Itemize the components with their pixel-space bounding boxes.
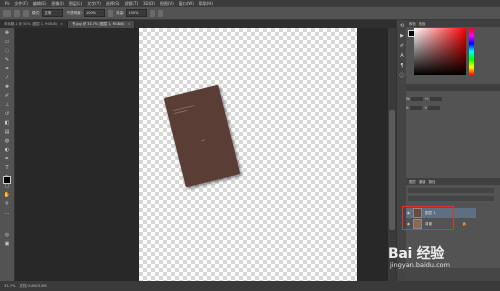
brush-settings-icon[interactable]: ✐	[399, 43, 405, 49]
book-mark	[201, 139, 206, 142]
tab-swatches[interactable]: 色板	[419, 21, 426, 26]
close-icon[interactable]: ×	[128, 22, 131, 26]
y-field[interactable]	[428, 106, 441, 110]
brush-size-icon[interactable]	[14, 9, 20, 17]
history-brush-icon[interactable]: ↺	[3, 111, 11, 117]
zoom-level[interactable]: 33.7%	[4, 284, 15, 288]
opacity-label: 不透明度:	[66, 10, 82, 15]
tab-document-2[interactable]: 书.jpg @ 33.7% (图层 1, RGB/8) ×	[67, 21, 136, 28]
layer-filter-bar[interactable]	[408, 188, 494, 193]
tab-color[interactable]: 颜色	[409, 21, 416, 26]
healing-tool-icon[interactable]: ✚	[3, 84, 11, 90]
pressure-size-icon[interactable]	[158, 9, 164, 17]
width-field[interactable]	[411, 97, 424, 101]
foreground-color-swatch[interactable]	[3, 176, 11, 184]
watermark-logo: Bai 经验	[388, 246, 444, 262]
eyedropper-tool-icon[interactable]: ⁄	[3, 75, 11, 81]
document-size: 文档:3.8M/3.8M	[19, 283, 47, 288]
properties-panel-header	[406, 84, 500, 91]
paragraph-icon[interactable]: ¶	[399, 63, 405, 69]
type-tool-icon[interactable]: T	[3, 165, 11, 171]
quick-select-tool-icon[interactable]: ✎	[3, 57, 11, 63]
dodge-tool-icon[interactable]: ◐	[3, 147, 11, 153]
zoom-tool-icon[interactable]: ⚲	[3, 201, 11, 207]
properties-row-size: W: H:	[406, 96, 444, 102]
color-panel-tabs: 颜色 色板	[406, 20, 500, 27]
lasso-tool-icon[interactable]: ◌	[3, 48, 11, 54]
menu-item[interactable]: 编辑(E)	[33, 1, 47, 7]
menu-item[interactable]: 窗口(W)	[179, 1, 194, 7]
menu-item[interactable]: Ps	[5, 1, 9, 6]
airbrush-icon[interactable]	[150, 9, 156, 17]
color-picker-field[interactable]	[414, 28, 466, 75]
properties-row-position: X: Y:	[406, 105, 442, 111]
document-tabs: 未标题-1 @ 50% (图层 1, RGB/8) × 书.jpg @ 33.7%…	[0, 20, 400, 28]
hand-tool-icon[interactable]: ✋	[3, 192, 11, 198]
info-icon[interactable]: ⓘ	[399, 73, 405, 79]
mode-select[interactable]: 正常	[42, 9, 64, 17]
menu-item[interactable]: 文件(F)	[14, 1, 27, 7]
menu-item[interactable]: 图层(L)	[69, 1, 82, 7]
opacity-field[interactable]: 100%	[84, 9, 105, 17]
character-icon[interactable]: A	[399, 53, 405, 59]
tab-layers[interactable]: 图层	[409, 179, 416, 184]
tab-label: 书.jpg @ 33.7% (图层 1, RGB/8)	[71, 22, 125, 26]
menu-item[interactable]: 帮助(H)	[199, 1, 213, 7]
marquee-tool-icon[interactable]: ▭	[3, 39, 11, 45]
scrollbar-thumb[interactable]	[389, 110, 395, 230]
tab-paths[interactable]: 路径	[429, 179, 436, 184]
blend-mode-bar[interactable]	[408, 196, 494, 201]
screen-mode-icon[interactable]: ▣	[3, 241, 11, 247]
blur-tool-icon[interactable]: ◍	[3, 138, 11, 144]
y-label: Y:	[424, 106, 428, 110]
move-tool-icon[interactable]: ✥	[3, 30, 11, 36]
history-icon[interactable]: ⟲	[399, 23, 405, 29]
layers-panel-tabs: 图层 通道 路径	[406, 178, 500, 185]
gradient-tool-icon[interactable]: ▤	[3, 129, 11, 135]
document-canvas[interactable]	[139, 28, 357, 281]
menu-item[interactable]: 图像(I)	[52, 1, 64, 7]
layer-highlight-box	[402, 206, 454, 230]
tab-label: 未标题-1 @ 50% (图层 1, RGB/8)	[4, 22, 58, 26]
pen-tool-icon[interactable]: ✒	[3, 156, 11, 162]
menu-item[interactable]: 视图(V)	[160, 1, 174, 7]
options-bar: 模式: 正常 不透明度: 100% 流量: 100%	[0, 7, 500, 20]
tool-preset-icon[interactable]	[3, 9, 11, 17]
tools-panel: ✥ ▭ ◌ ✎ ⌗ ⁄ ✚ ✐ ⊥ ↺ ◧ ▤ ◍ ◐ ✒ T ➤ ▢ ✋ ⚲ …	[0, 28, 15, 281]
width-label: W:	[406, 97, 411, 101]
mode-label: 模式:	[32, 10, 41, 15]
menu-item[interactable]: 滤镜(T)	[124, 1, 138, 7]
height-label: H:	[425, 97, 429, 101]
tab-document-1[interactable]: 未标题-1 @ 50% (图层 1, RGB/8) ×	[0, 21, 68, 28]
flow-label: 流量:	[116, 10, 125, 15]
menu-item[interactable]: 3D(D)	[143, 1, 155, 6]
stamp-tool-icon[interactable]: ⊥	[3, 102, 11, 108]
menu-item[interactable]: 文字(Y)	[87, 1, 101, 7]
watermark-url: jingyan.baidu.com	[390, 261, 450, 269]
x-label: X:	[406, 106, 410, 110]
menu-item[interactable]: 选择(S)	[106, 1, 120, 7]
x-field[interactable]	[410, 106, 423, 110]
more-tools-icon[interactable]: …	[3, 210, 11, 216]
brush-tool-icon[interactable]: ✐	[3, 93, 11, 99]
actions-icon[interactable]: ▶	[399, 33, 405, 39]
tab-channels[interactable]: 通道	[419, 179, 426, 184]
crop-tool-icon[interactable]: ⌗	[3, 66, 11, 72]
lock-icon: 🔒	[462, 222, 467, 226]
height-field[interactable]	[430, 97, 442, 101]
close-icon[interactable]: ×	[60, 22, 63, 26]
brush-panel-icon[interactable]	[23, 9, 29, 17]
pressure-opacity-icon[interactable]	[108, 9, 113, 17]
hue-slider[interactable]	[469, 28, 474, 75]
eraser-tool-icon[interactable]: ◧	[3, 120, 11, 126]
quick-mask-icon[interactable]: ◎	[3, 232, 11, 238]
watermark: Bai 经验 jingyan.baidu.com	[388, 243, 498, 283]
menu-bar: Ps 文件(F) 编辑(E) 图像(I) 图层(L) 文字(Y) 选择(S) 滤…	[0, 0, 500, 7]
flow-field[interactable]: 100%	[126, 9, 148, 17]
